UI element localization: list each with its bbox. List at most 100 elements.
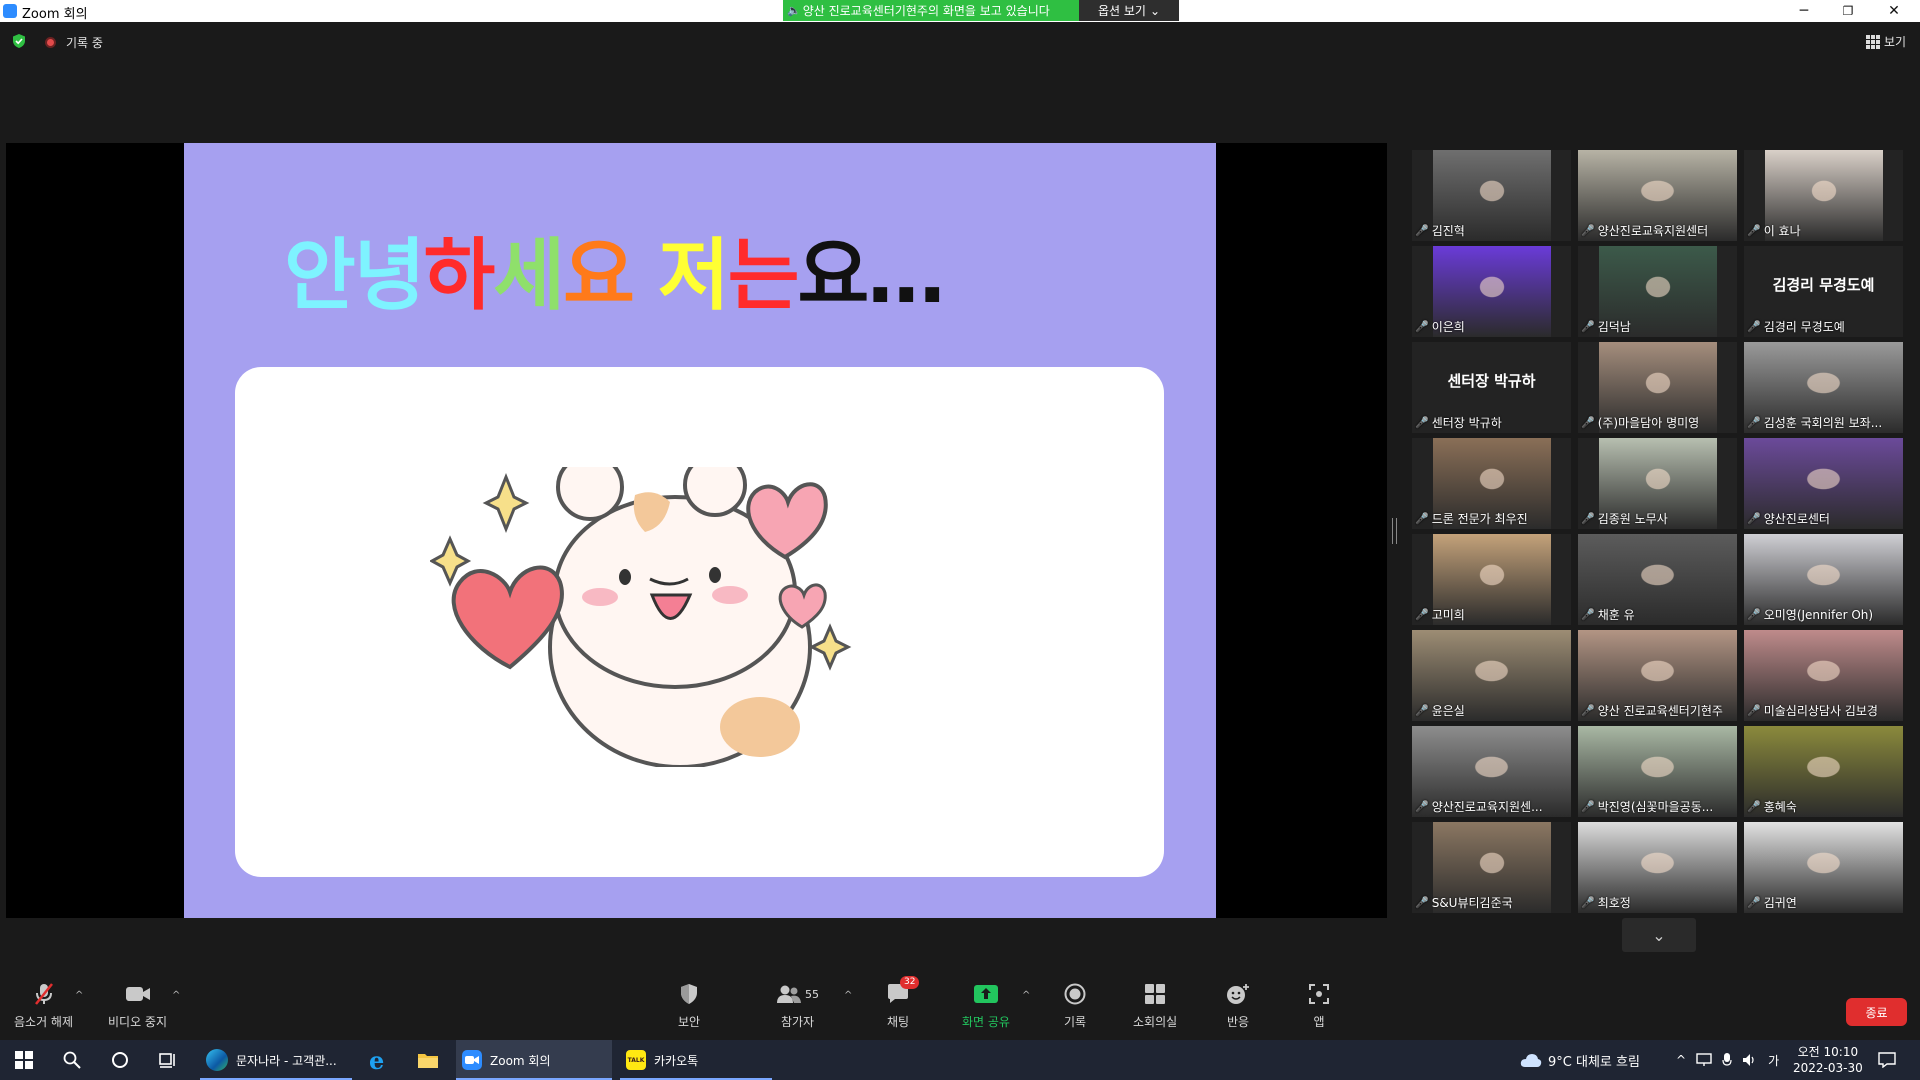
participant-tile[interactable]: 🎤 김진혁 bbox=[1412, 150, 1571, 241]
breakout-rooms-button[interactable]: 소회의실 bbox=[1133, 982, 1177, 1030]
participant-tile[interactable]: 🎤 이은희 bbox=[1412, 246, 1571, 337]
stop-video-label: 비디오 중지 bbox=[108, 1015, 168, 1029]
participant-name: 고미희 bbox=[1431, 608, 1465, 622]
muted-mic-icon: 🎤 bbox=[1747, 320, 1761, 333]
participant-tile[interactable]: 김경리 무경도예 🎤 김경리 무경도예 bbox=[1744, 246, 1903, 337]
participant-tile[interactable]: 🎤 최호정 bbox=[1578, 822, 1737, 913]
record-button[interactable]: 기록 bbox=[1064, 982, 1086, 1030]
participant-name: 박진영(심꽃마을공동... bbox=[1597, 800, 1714, 814]
muted-mic-icon bbox=[33, 982, 55, 1006]
stop-video-button[interactable]: 비디오 중지 bbox=[108, 982, 167, 1030]
participant-name: 오미영(Jennifer Oh) bbox=[1763, 608, 1874, 622]
participant-name-label: 🎤 드론 전문가 최우진 bbox=[1415, 510, 1528, 527]
network-icon[interactable] bbox=[1696, 1053, 1712, 1067]
participant-tile[interactable]: 🎤 홍혜숙 bbox=[1744, 726, 1903, 817]
participant-tile[interactable]: 🎤 이 효나 bbox=[1744, 150, 1903, 241]
participant-tile[interactable]: 🎤 양산진로센터 bbox=[1744, 438, 1903, 529]
microphone-icon[interactable] bbox=[1722, 1052, 1732, 1068]
volume-icon[interactable] bbox=[1742, 1053, 1758, 1067]
close-button[interactable]: ✕ bbox=[1872, 0, 1916, 22]
participant-tile[interactable]: 🎤 드론 전문가 최우진 bbox=[1412, 438, 1571, 529]
participant-name: S&U뷰티김준국 bbox=[1431, 896, 1513, 910]
slide-title: 안녕하세요 저는요… bbox=[284, 213, 945, 325]
view-toggle-button[interactable]: 보기 bbox=[1866, 33, 1906, 50]
participant-name: 윤은실 bbox=[1431, 704, 1465, 718]
shield-icon bbox=[679, 982, 699, 1006]
start-button[interactable] bbox=[12, 1040, 36, 1080]
participant-tile[interactable]: 🎤 고미희 bbox=[1412, 534, 1571, 625]
participant-tile[interactable]: 🎤 양산진로교육지원센터 bbox=[1578, 150, 1737, 241]
taskbar-app-zoom[interactable]: Zoom 회의 bbox=[456, 1040, 612, 1080]
taskbar-app-kakaotalk[interactable]: TALK 카카오톡 bbox=[620, 1040, 772, 1080]
security-button[interactable]: 보안 bbox=[678, 982, 700, 1030]
share-options-caret-icon[interactable]: ^ bbox=[1022, 990, 1030, 1001]
participants-options-caret-icon[interactable]: ^ bbox=[844, 990, 852, 1001]
restore-button[interactable]: ❐ bbox=[1826, 0, 1870, 22]
participant-tile[interactable]: 🎤 오미영(Jennifer Oh) bbox=[1744, 534, 1903, 625]
video-options-caret-icon[interactable]: ^ bbox=[172, 990, 180, 1001]
participant-gallery: 🎤 김진혁 🎤 양산진로교육지원센터 🎤 이 효나 🎤 이은희 🎤 김덕남 김경리 무경도예 🎤 김경리… bbox=[1412, 150, 1906, 915]
taskbar-app-label: 문자나라 - 고객관... bbox=[236, 1053, 337, 1068]
participant-name-label: 🎤 박진영(심꽃마을공동... bbox=[1581, 798, 1713, 815]
taskbar-app-browser[interactable]: 문자나라 - 고객관... bbox=[200, 1040, 352, 1080]
taskbar-app-explorer[interactable] bbox=[411, 1040, 451, 1080]
recording-dot-icon bbox=[45, 37, 56, 48]
muted-mic-icon: 🎤 bbox=[1415, 704, 1429, 717]
participant-tile[interactable]: 🎤 채훈 유 bbox=[1578, 534, 1737, 625]
people-icon bbox=[777, 985, 801, 1003]
participant-tile[interactable]: 🎤 김귀연 bbox=[1744, 822, 1903, 913]
share-banner-text: 양산 진로교육센터기현주의 화면을 보고 있습니다 bbox=[802, 4, 1050, 18]
participant-name-label: 🎤 미술심리상담사 김보경 bbox=[1747, 702, 1878, 719]
gallery-next-page-button[interactable]: ⌄ bbox=[1622, 918, 1696, 952]
cloud-icon bbox=[1520, 1054, 1542, 1067]
weather-text: 9°C 대체로 흐림 bbox=[1548, 1054, 1640, 1070]
participant-tile[interactable]: 🎤 양산진로교육지원센... bbox=[1412, 726, 1571, 817]
participants-button[interactable]: 55 참가자 bbox=[776, 982, 819, 1030]
participant-name-label: 🎤 이은희 bbox=[1415, 318, 1465, 335]
chat-unread-badge: 32 bbox=[900, 976, 920, 989]
participant-tile[interactable]: 🎤 양산 진로교육센터기현주 bbox=[1578, 630, 1737, 721]
screen-share-banner: 🔈 양산 진로교육센터기현주의 화면을 보고 있습니다 bbox=[783, 0, 1079, 21]
clock[interactable]: 오전 10:10 2022-03-30 bbox=[1793, 1040, 1863, 1080]
encryption-shield-icon[interactable] bbox=[12, 34, 26, 48]
participant-tile[interactable]: 🎤 윤은실 bbox=[1412, 630, 1571, 721]
record-icon bbox=[1064, 982, 1086, 1006]
participant-name: 김종원 노무사 bbox=[1597, 512, 1668, 526]
search-button[interactable] bbox=[60, 1040, 84, 1080]
participant-name: (주)마을담아 명미영 bbox=[1597, 416, 1700, 430]
minimize-button[interactable]: ─ bbox=[1782, 0, 1826, 22]
view-options-label: 옵션 보기 bbox=[1097, 4, 1146, 18]
chevron-up-icon[interactable]: ^ bbox=[1676, 1053, 1686, 1067]
panel-resize-handle[interactable] bbox=[1392, 518, 1397, 544]
participant-tile[interactable]: 🎤 S&U뷰티김준국 bbox=[1412, 822, 1571, 913]
muted-mic-icon: 🎤 bbox=[1415, 608, 1429, 621]
reactions-button[interactable]: 반응 bbox=[1226, 982, 1250, 1030]
participant-tile[interactable]: 🎤 (주)마을담아 명미영 bbox=[1578, 342, 1737, 433]
participant-tile[interactable]: 🎤 김종원 노무사 bbox=[1578, 438, 1737, 529]
unmute-button[interactable]: 음소거 해제 bbox=[14, 982, 73, 1030]
slide-title-segment: 요 bbox=[563, 231, 658, 321]
participant-tile[interactable]: 🎤 박진영(심꽃마을공동... bbox=[1578, 726, 1737, 817]
muted-mic-icon: 🎤 bbox=[1747, 608, 1761, 621]
audio-options-caret-icon[interactable]: ^ bbox=[75, 990, 83, 1001]
ime-indicator[interactable]: 가 bbox=[1768, 1052, 1779, 1069]
participant-tile[interactable]: 🎤 미술심리상담사 김보경 bbox=[1744, 630, 1903, 721]
share-screen-button[interactable]: 화면 공유 bbox=[962, 982, 1010, 1030]
chat-button[interactable]: 32 채팅 bbox=[886, 976, 920, 1030]
weather-widget[interactable]: 9°C 대체로 흐림 bbox=[1520, 1040, 1640, 1080]
participants-count: 55 bbox=[805, 987, 819, 1001]
view-options-button[interactable]: 옵션 보기 ⌄ bbox=[1079, 0, 1179, 21]
taskbar-app-ie[interactable]: e bbox=[363, 1040, 403, 1080]
participant-tile[interactable]: 🎤 김성훈 국회의원 보좌... bbox=[1744, 342, 1903, 433]
breakout-rooms-icon bbox=[1144, 982, 1166, 1006]
muted-mic-icon: 🎤 bbox=[1581, 224, 1595, 237]
participant-name: 양산진로교육지원센터 bbox=[1597, 224, 1709, 238]
participant-tile[interactable]: 센터장 박규하 🎤 센터장 박규하 bbox=[1412, 342, 1571, 433]
grid-view-icon bbox=[1866, 34, 1880, 49]
participant-tile[interactable]: 🎤 김덕남 bbox=[1578, 246, 1737, 337]
notification-center-button[interactable] bbox=[1878, 1040, 1896, 1080]
apps-button[interactable]: 앱 bbox=[1308, 982, 1330, 1030]
cortana-button[interactable] bbox=[108, 1040, 132, 1080]
task-view-button[interactable] bbox=[156, 1040, 180, 1080]
end-meeting-button[interactable]: 종료 bbox=[1846, 998, 1907, 1026]
